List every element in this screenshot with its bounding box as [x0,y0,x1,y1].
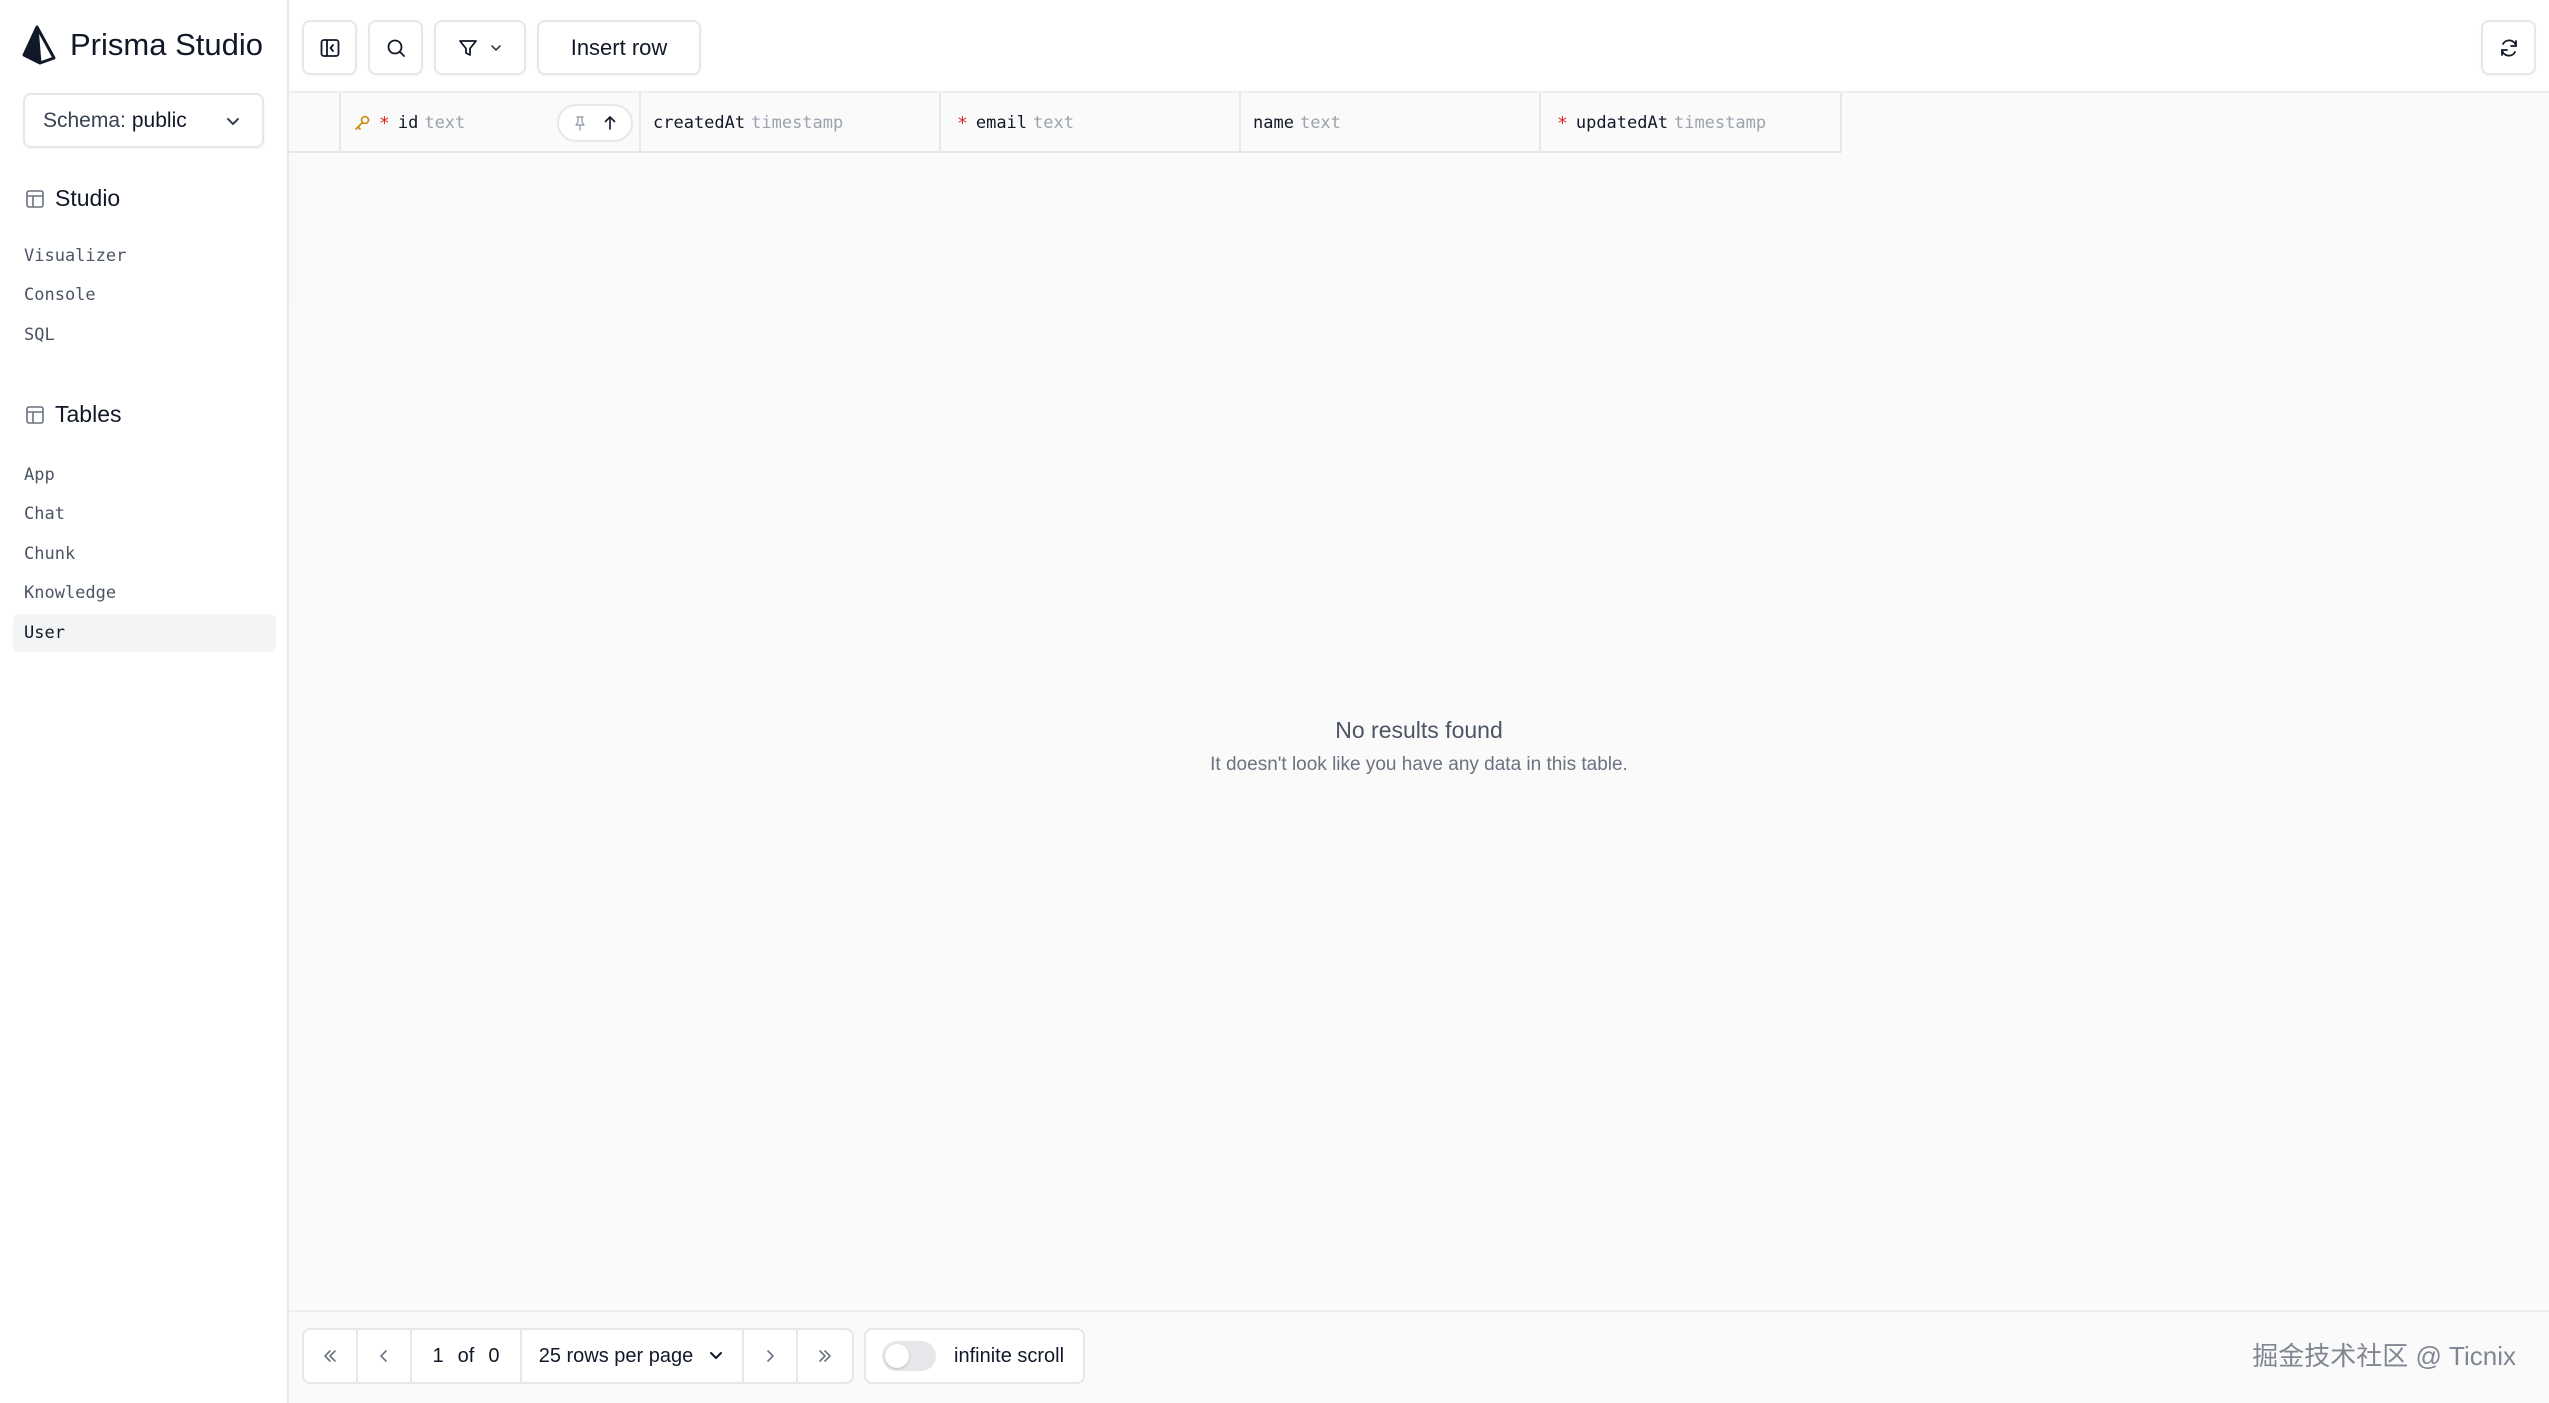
rows-per-page-label: 25 rows per page [538,1344,694,1367]
toggle-knob [885,1344,909,1368]
app-title: Prisma Studio [70,27,263,62]
search-button[interactable] [368,20,423,75]
column-name: name [1253,113,1294,133]
toggle-sidebar-button[interactable] [302,20,357,75]
chevron-down-icon [491,44,501,51]
infinite-scroll-control: infinite scroll [864,1328,1085,1384]
refresh-icon [2500,39,2517,56]
table-icon [26,189,44,208]
table-item-knowledge[interactable]: Knowledge [13,574,276,612]
table-item-chat[interactable]: Chat [13,495,276,533]
key-icon [355,115,370,130]
first-page-button[interactable] [304,1330,358,1382]
row-select-header[interactable] [289,93,341,153]
brand: Prisma Studio [22,24,263,66]
required-marker: * [1557,112,1568,134]
data-grid: * id text createdAt timestamp * email te… [289,93,2549,1310]
column-type: timestamp [1673,113,1767,133]
column-header-row: * id text createdAt timestamp * email te… [289,93,1842,153]
tables-section-title: Tables [55,401,122,427]
column-type: text [424,113,466,133]
chevron-down-icon [227,118,239,125]
empty-state-subtitle: It doesn't look like you have any data i… [1210,754,1628,775]
nav-item-sql[interactable]: SQL [13,316,276,354]
nav-item-visualizer[interactable]: Visualizer [13,237,276,275]
infinite-scroll-label: infinite scroll [954,1344,1065,1367]
empty-state: No results found It doesn't look like yo… [289,717,2549,776]
prisma-logo-icon [22,25,56,65]
nav-item-console[interactable]: Console [13,276,276,314]
last-page-button[interactable] [798,1330,852,1382]
chevron-left-icon [380,1350,387,1362]
rows-per-page-select[interactable]: 25 rows per page [522,1330,744,1382]
column-name: id [397,113,419,133]
column-header-email[interactable]: * email text [941,93,1241,153]
column-type: text [1299,113,1341,133]
chevron-down-icon [710,1352,723,1359]
footer: 1 of 0 25 rows per page infinite scroll … [289,1310,2549,1403]
search-icon [387,39,405,57]
studio-section-header: Studio [25,185,120,212]
toolbar: Insert row [289,0,2549,93]
column-header-name[interactable]: name text [1241,93,1541,153]
filter-icon [459,39,477,56]
infinite-scroll-toggle[interactable] [882,1341,936,1371]
column-header-id[interactable]: * id text [341,93,641,153]
pin-icon[interactable] [572,115,588,131]
schema-select[interactable]: Schema: public [23,93,264,148]
sidebar-toggle-icon [320,38,339,57]
watermark: 掘金技术社区 @ Ticnix [2252,1341,2516,1371]
empty-rows-area [289,155,1842,305]
page-indicator: 1 of 0 [412,1330,522,1382]
table-item-chunk[interactable]: Chunk [13,535,276,573]
table-icon [26,405,44,424]
sidebar: Prisma Studio Schema: public Studio Visu… [0,0,289,1403]
sort-ascending-icon[interactable] [602,115,618,131]
empty-state-title: No results found [1335,717,1503,743]
chevrons-right-icon [819,1350,831,1362]
schema-value: public [131,108,187,132]
column-type: text [1033,113,1074,133]
table-item-app[interactable]: App [13,456,276,494]
column-name: updatedAt [1575,113,1668,133]
studio-section-title: Studio [55,185,121,211]
column-header-updatedat[interactable]: * updatedAt timestamp [1541,93,1842,153]
insert-row-button[interactable]: Insert row [537,20,701,75]
required-marker: * [379,112,390,134]
column-actions [557,104,633,142]
column-name: createdAt [653,113,746,133]
previous-page-button[interactable] [358,1330,412,1382]
column-header-createdat[interactable]: createdAt timestamp [641,93,941,153]
chevron-right-icon [767,1350,774,1362]
tables-section-header: Tables [25,401,121,428]
column-name: email [975,113,1028,133]
pagination: 1 of 0 25 rows per page [302,1328,854,1384]
column-type: timestamp [751,113,844,133]
page-of-label: of [457,1344,475,1367]
filter-button[interactable] [434,20,526,75]
required-marker: * [957,112,968,134]
chevrons-left-icon [324,1350,336,1362]
refresh-button[interactable] [2481,20,2536,75]
total-pages: 0 [488,1344,500,1367]
current-page[interactable]: 1 [433,1345,444,1368]
schema-label: Schema: [43,108,126,132]
next-page-button[interactable] [744,1330,798,1382]
table-item-user[interactable]: User [13,614,276,652]
